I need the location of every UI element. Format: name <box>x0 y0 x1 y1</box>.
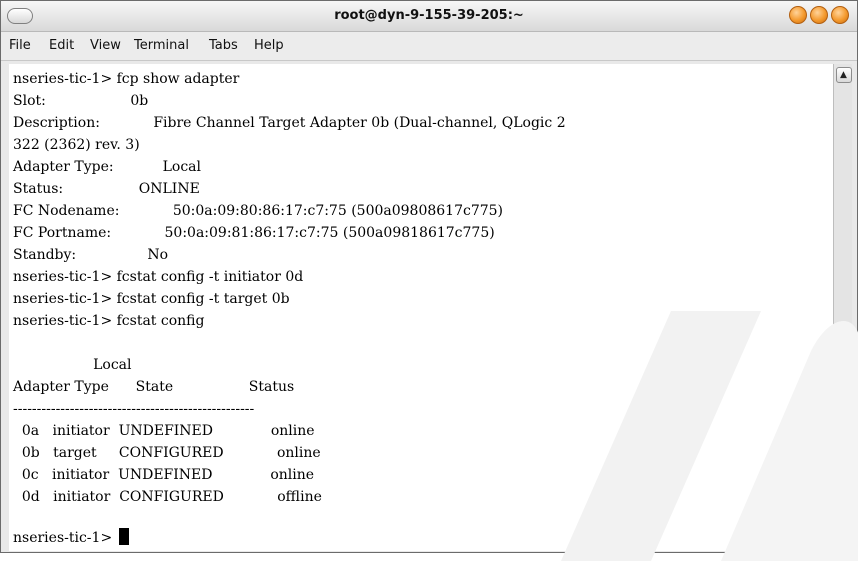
terminal-line: nseries-tic-1> fcp show adapter <box>13 71 240 87</box>
terminal-line: nseries-tic-1> fcstat config -t initiato… <box>13 269 304 285</box>
terminal-line: Slot: 0b <box>13 93 149 109</box>
menu-terminal[interactable]: Terminal <box>134 38 189 53</box>
terminal-line: Adapter Type State Status <box>13 379 295 395</box>
terminal-prompt-line: nseries-tic-1> <box>13 527 129 549</box>
terminal-line: Local <box>13 357 132 373</box>
terminal-line: 322 (2362) rev. 3) <box>13 137 140 153</box>
scroll-down-arrow-icon[interactable]: ▼ <box>836 532 852 548</box>
terminal-line: 0c initiator UNDEFINED online <box>13 467 315 483</box>
terminal-line: Adapter Type: Local <box>13 159 201 175</box>
text-cursor <box>118 528 129 545</box>
menu-help[interactable]: Help <box>254 38 284 53</box>
terminal-line: Status: ONLINE <box>13 181 200 197</box>
menu-file[interactable]: File <box>9 38 31 53</box>
terminal-output[interactable]: nseries-tic-1> fcp show adapter Slot: 0b… <box>9 64 833 551</box>
terminal-line: FC Nodename: 50:0a:09:80:86:17:c7:75 (50… <box>13 203 504 219</box>
menu-tabs[interactable]: Tabs <box>209 38 238 53</box>
terminal-line: nseries-tic-1> fcstat config <box>13 313 205 329</box>
terminal-line: 0d initiator CONFIGURED offline <box>13 489 322 505</box>
close-icon[interactable] <box>831 6 849 24</box>
window-controls <box>789 6 849 24</box>
vertical-scrollbar[interactable]: ▲ ▼ <box>833 64 852 551</box>
minimize-icon[interactable] <box>789 6 807 24</box>
window-title: root@dyn-9-155-39-205:~ <box>334 8 524 23</box>
terminal-line: Description: Fibre Channel Target Adapte… <box>13 115 566 131</box>
menu-edit[interactable]: Edit <box>49 38 74 53</box>
terminal-line: nseries-tic-1> fcstat config -t target 0… <box>13 291 290 307</box>
scroll-up-arrow-icon[interactable]: ▲ <box>836 67 852 83</box>
title-bar[interactable]: root@dyn-9-155-39-205:~ <box>1 1 857 32</box>
terminal-line: Standby: No <box>13 247 169 263</box>
menu-bar: File Edit View Terminal Tabs Help <box>1 32 857 61</box>
terminal-line: 0a initiator UNDEFINED online <box>13 423 315 439</box>
terminal-line: FC Portname: 50:0a:09:81:86:17:c7:75 (50… <box>13 225 495 241</box>
menu-view[interactable]: View <box>90 38 121 53</box>
terminal-line: ----------------------------------------… <box>13 401 255 417</box>
scrollbar-thumb[interactable] <box>835 376 851 527</box>
terminal-line: 0b target CONFIGURED online <box>13 445 321 461</box>
maximize-icon[interactable] <box>810 6 828 24</box>
terminal-window: root@dyn-9-155-39-205:~ File Edit View T… <box>0 0 858 561</box>
terminal-prompt: nseries-tic-1> <box>13 530 117 546</box>
